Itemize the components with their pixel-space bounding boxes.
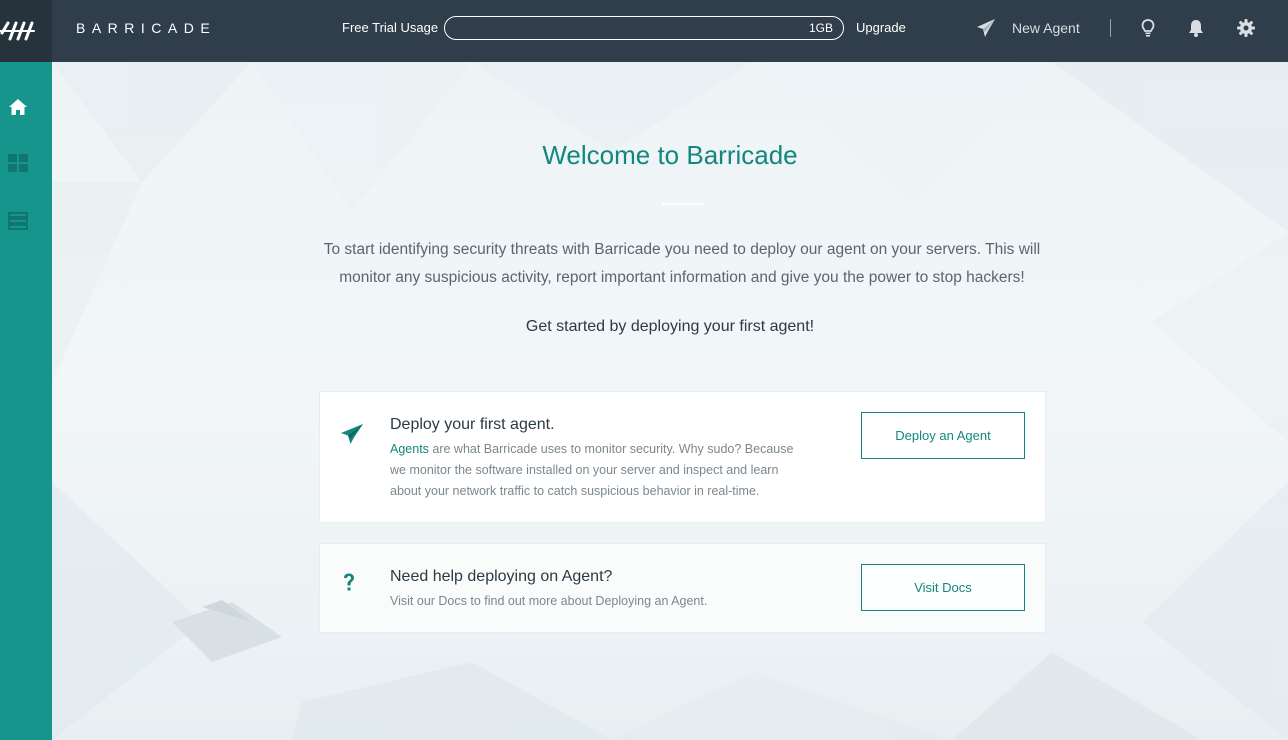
topbar-divider	[1110, 19, 1111, 37]
question-icon	[342, 572, 356, 599]
main-content: Welcome to Barricade To start identifyin…	[52, 62, 1288, 740]
new-agent-label: New Agent	[1012, 20, 1080, 36]
gear-icon[interactable]	[1236, 18, 1256, 43]
bell-icon[interactable]	[1186, 18, 1206, 43]
top-navigation-bar: BARRICADE Free Trial Usage 1GB Upgrade N…	[0, 0, 1288, 62]
free-trial-usage-label: Free Trial Usage	[342, 20, 439, 35]
agents-link[interactable]: Agents	[390, 442, 429, 456]
new-agent-button[interactable]: New Agent	[976, 18, 1080, 38]
title-divider	[662, 203, 704, 205]
card-title: Deploy your first agent.	[390, 416, 555, 433]
barricade-logo-icon	[0, 21, 35, 41]
card-description-text: are what Barricade uses to monitor secur…	[390, 442, 794, 498]
trial-usage-bar: 1GB	[444, 16, 844, 40]
page-title: Welcome to Barricade	[542, 140, 798, 170]
dashboard-grid-icon[interactable]	[8, 154, 28, 177]
intro-text: To start identifying security threats wi…	[323, 241, 1041, 286]
lightbulb-icon[interactable]	[1140, 18, 1156, 43]
sidebar	[0, 62, 52, 740]
paper-plane-icon	[340, 423, 364, 450]
visit-docs-button[interactable]: Visit Docs	[861, 564, 1025, 611]
card-description: Agents are what Barricade uses to monito…	[390, 439, 800, 502]
server-list-icon[interactable]	[8, 212, 28, 235]
trial-usage-value: 1GB	[808, 21, 833, 35]
card-description: Visit our Docs to find out more about De…	[390, 594, 708, 608]
help-docs-card: Need help deploying on Agent? Visit our …	[319, 543, 1046, 633]
deploy-agent-card: Deploy your first agent. Agents are what…	[319, 391, 1046, 523]
brand-name: BARRICADE	[76, 20, 217, 36]
home-icon[interactable]	[8, 98, 28, 121]
deploy-agent-button[interactable]: Deploy an Agent	[861, 412, 1025, 459]
paper-plane-icon	[977, 19, 995, 37]
logo[interactable]	[0, 0, 52, 62]
card-title: Need help deploying on Agent?	[390, 568, 613, 585]
get-started-text: Get started by deploying your first agen…	[525, 318, 815, 335]
upgrade-link[interactable]: Upgrade	[856, 20, 906, 35]
